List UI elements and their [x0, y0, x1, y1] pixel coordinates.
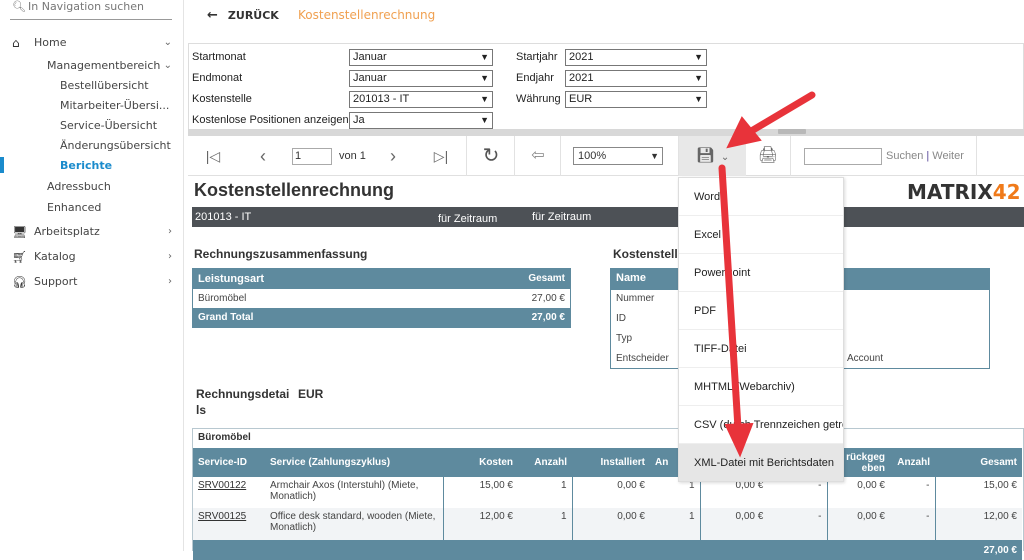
arrow-to-export-button	[744, 91, 816, 137]
arrow-head	[724, 422, 754, 458]
arrow-to-xml-item	[718, 164, 742, 432]
annotation-arrows	[718, 91, 816, 458]
